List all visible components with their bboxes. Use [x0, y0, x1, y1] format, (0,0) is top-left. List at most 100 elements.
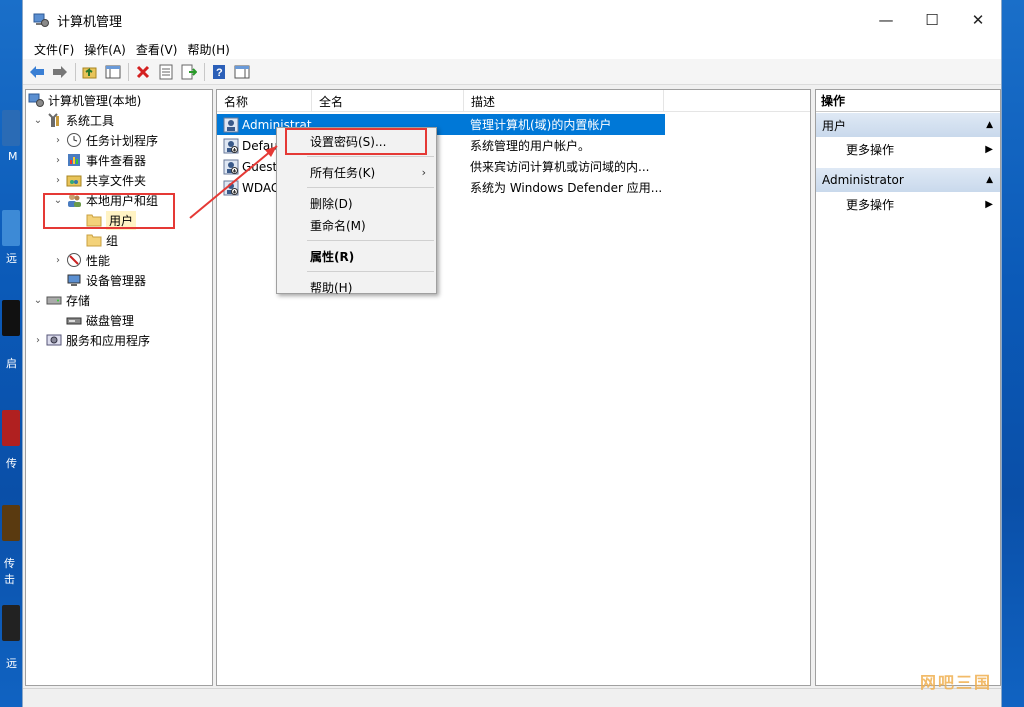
tree-item-disk-management[interactable]: 磁盘管理 — [26, 310, 212, 330]
desktop-label: 传 — [6, 457, 17, 470]
column-header-fullname[interactable]: 全名 — [312, 90, 464, 112]
annotation-arrow — [189, 145, 278, 219]
tree-label: 事件查看器 — [86, 153, 147, 168]
chevron-down-icon[interactable]: ⌄ — [30, 292, 46, 308]
menu-separator — [307, 156, 434, 157]
desktop-icon[interactable] — [2, 505, 20, 541]
column-header-name[interactable]: 名称 — [217, 90, 312, 112]
close-button[interactable]: ✕ — [955, 0, 1001, 40]
tree-label: 磁盘管理 — [86, 313, 135, 328]
menu-file[interactable]: 文件(F) — [29, 41, 79, 58]
tree-label: 共享文件夹 — [86, 173, 147, 188]
menu-bar: 文件(F) 操作(A) 查看(V) 帮助(H) — [23, 40, 1001, 59]
export-list-icon[interactable] — [178, 61, 200, 83]
more-actions-users[interactable]: 更多操作 ▶ — [816, 137, 1000, 161]
chevron-right-icon[interactable]: › — [50, 152, 66, 168]
status-bar — [23, 688, 1001, 707]
menu-separator — [307, 240, 434, 241]
user-description: 系统管理的用户帐户。 — [470, 139, 591, 153]
up-folder-icon[interactable] — [79, 61, 101, 83]
action-pane-icon[interactable] — [231, 61, 253, 83]
desktop-icon[interactable] — [2, 110, 20, 146]
toolbar-separator — [128, 62, 129, 81]
tree-item-root[interactable]: 计算机管理(本地) — [26, 90, 212, 110]
menu-separator — [307, 271, 434, 272]
desktop-label: 启 — [6, 357, 17, 370]
chevron-right-icon: ▶ — [985, 198, 993, 210]
show-hide-tree-icon[interactable] — [102, 61, 124, 83]
title-bar[interactable]: 计算机管理 — ☐ ✕ — [23, 0, 1001, 40]
chevron-right-icon: ▶ — [985, 143, 993, 155]
user-description: 管理计算机(域)的内置帐户 — [470, 118, 612, 132]
action-label: 更多操作 — [846, 142, 895, 157]
tree-label: 性能 — [86, 253, 111, 268]
tree-label: 任务计划程序 — [86, 133, 159, 148]
toolbar: ? — [23, 59, 1001, 85]
properties-icon[interactable] — [155, 61, 177, 83]
desktop-icon[interactable] — [2, 210, 20, 246]
tree-label: 服务和应用程序 — [66, 333, 151, 348]
menu-view[interactable]: 查看(V) — [131, 41, 183, 58]
desktop-icon[interactable] — [2, 410, 20, 446]
column-header-description[interactable]: 描述 — [464, 90, 664, 112]
content-area: 计算机管理(本地) ⌄ 系统工具 › 任务计划程序 › 事件查看器 › 共享文件… — [23, 87, 1001, 687]
help-icon[interactable]: ? — [208, 61, 230, 83]
desktop-label: 传击 — [4, 557, 15, 586]
desktop-icon[interactable] — [2, 605, 20, 641]
device-manager-icon — [66, 272, 82, 288]
section-label: Administrator — [822, 173, 904, 187]
tree-item-performance[interactable]: › 性能 — [26, 250, 212, 270]
desktop-icon[interactable] — [2, 300, 20, 336]
tree-label: 系统工具 — [66, 113, 115, 128]
actions-section-users[interactable]: 用户 ▲ — [816, 113, 1000, 137]
user-icon — [223, 117, 239, 133]
computer-management-icon — [33, 12, 49, 28]
tree-label: 计算机管理(本地) — [48, 93, 142, 108]
tree-item-device-manager[interactable]: 设备管理器 — [26, 270, 212, 290]
toolbar-separator — [204, 62, 205, 81]
menu-help[interactable]: 帮助(H) — [182, 41, 234, 58]
maximize-button[interactable]: ☐ — [909, 0, 955, 40]
minimize-button[interactable]: — — [863, 0, 909, 40]
forward-arrow-icon[interactable] — [49, 61, 71, 83]
chevron-right-icon[interactable]: › — [50, 132, 66, 148]
collapse-icon[interactable]: ▲ — [986, 120, 993, 130]
actions-title: 操作 — [816, 90, 1000, 112]
chevron-right-icon[interactable]: › — [50, 252, 66, 268]
more-actions-administrator[interactable]: 更多操作 ▶ — [816, 192, 1000, 216]
desktop-label: M — [8, 150, 18, 163]
collapse-icon[interactable]: ▲ — [986, 175, 993, 185]
tree-item-storage[interactable]: ⌄ 存储 — [26, 290, 212, 310]
chevron-right-icon[interactable]: › — [30, 332, 46, 348]
desktop-label: 远 — [6, 252, 17, 265]
computer-management-icon — [28, 92, 44, 108]
tree-label: 设备管理器 — [86, 273, 147, 288]
menu-separator — [307, 187, 434, 188]
performance-icon — [66, 252, 82, 268]
delete-icon[interactable] — [132, 61, 154, 83]
back-arrow-icon[interactable] — [26, 61, 48, 83]
window-title: 计算机管理 — [57, 14, 123, 30]
toolbar-separator — [75, 62, 76, 81]
svg-text:?: ? — [216, 67, 223, 79]
clock-icon — [66, 132, 82, 148]
menu-item-help[interactable]: 帮助(H) — [277, 276, 436, 298]
menu-item-rename[interactable]: 重命名(M) — [277, 214, 436, 236]
menu-action[interactable]: 操作(A) — [79, 41, 131, 58]
chevron-down-icon[interactable]: ⌄ — [30, 112, 46, 128]
tree-item-groups[interactable]: 组 — [26, 230, 212, 250]
tree-item-services-apps[interactable]: › 服务和应用程序 — [26, 330, 212, 350]
chevron-right-icon[interactable]: › — [50, 172, 66, 188]
action-label: 更多操作 — [846, 197, 895, 212]
event-viewer-icon — [66, 152, 82, 168]
user-description: 系统为 Windows Defender 应用... — [470, 181, 663, 195]
tree-item-system-tools[interactable]: ⌄ 系统工具 — [26, 110, 212, 130]
tree-label: 组 — [106, 233, 119, 248]
tree-label: 存储 — [66, 293, 91, 308]
menu-item-delete[interactable]: 删除(D) — [277, 192, 436, 214]
shared-folder-icon — [66, 172, 82, 188]
menu-item-all-tasks[interactable]: 所有任务(K) › — [277, 161, 436, 183]
computer-management-window: 计算机管理 — ☐ ✕ 文件(F) 操作(A) 查看(V) 帮助(H) ? 计算… — [22, 0, 1002, 707]
actions-section-administrator[interactable]: Administrator ▲ — [816, 168, 1000, 192]
menu-item-properties[interactable]: 属性(R) — [277, 245, 436, 267]
